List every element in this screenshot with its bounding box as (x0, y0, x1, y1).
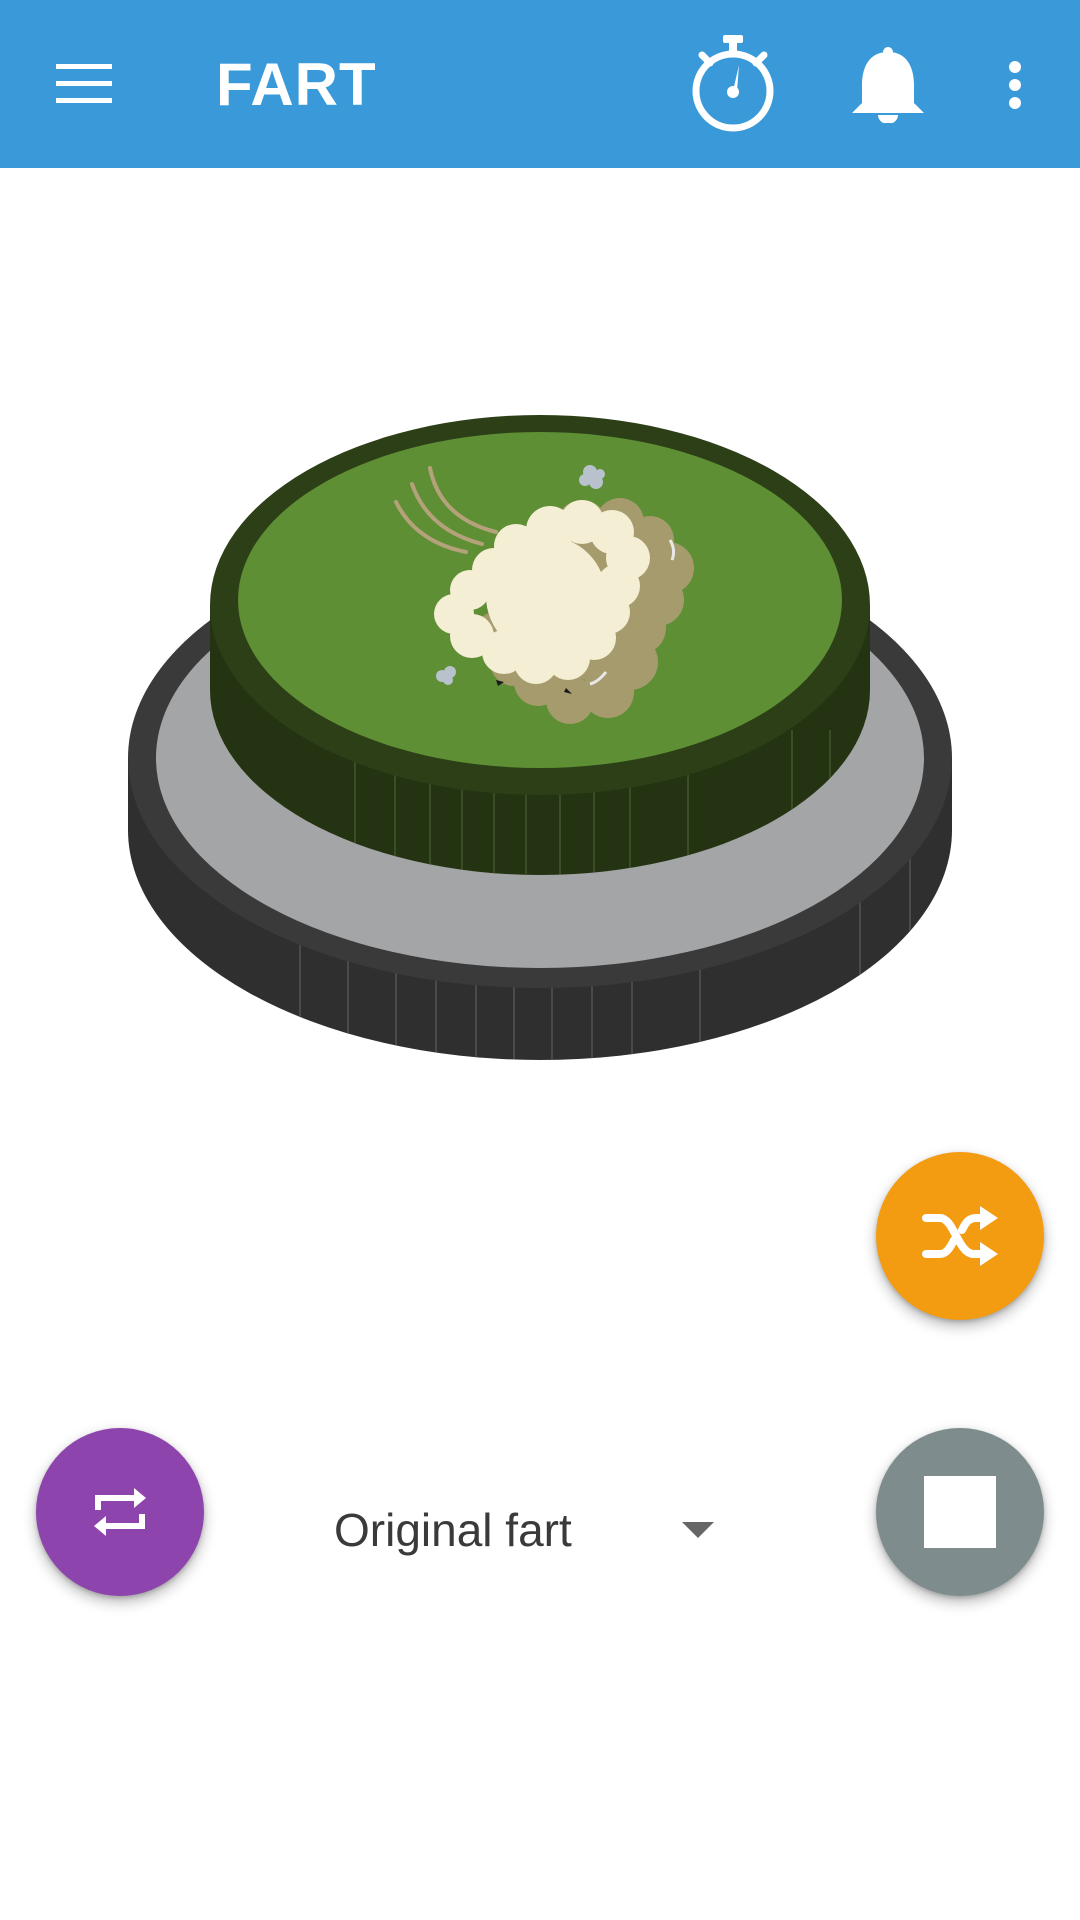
fart-button[interactable] (120, 400, 960, 1120)
repeat-icon (94, 1488, 146, 1536)
sound-selector-value: Original fart (334, 1504, 572, 1556)
repeat-button[interactable] (36, 1428, 204, 1596)
more-vert-icon (1009, 61, 1021, 109)
fart-button-graphic (128, 415, 952, 1060)
app-title: FART (216, 51, 377, 118)
notifications-button[interactable] (838, 30, 938, 140)
stop-button[interactable] (876, 1428, 1044, 1596)
dropdown-arrow-icon (682, 1522, 714, 1538)
shuffle-button[interactable] (876, 1152, 1044, 1320)
stop-icon (924, 1476, 996, 1548)
app-bar: FART (0, 0, 1080, 168)
hamburger-menu-icon (56, 64, 112, 103)
shuffle-icon (922, 1206, 998, 1266)
timer-button[interactable] (680, 30, 786, 140)
menu-button[interactable] (30, 40, 138, 128)
sound-selector[interactable]: Original fart (300, 1480, 740, 1580)
bell-icon (852, 47, 924, 123)
overflow-menu-button[interactable] (990, 30, 1040, 140)
stopwatch-icon (692, 35, 774, 132)
